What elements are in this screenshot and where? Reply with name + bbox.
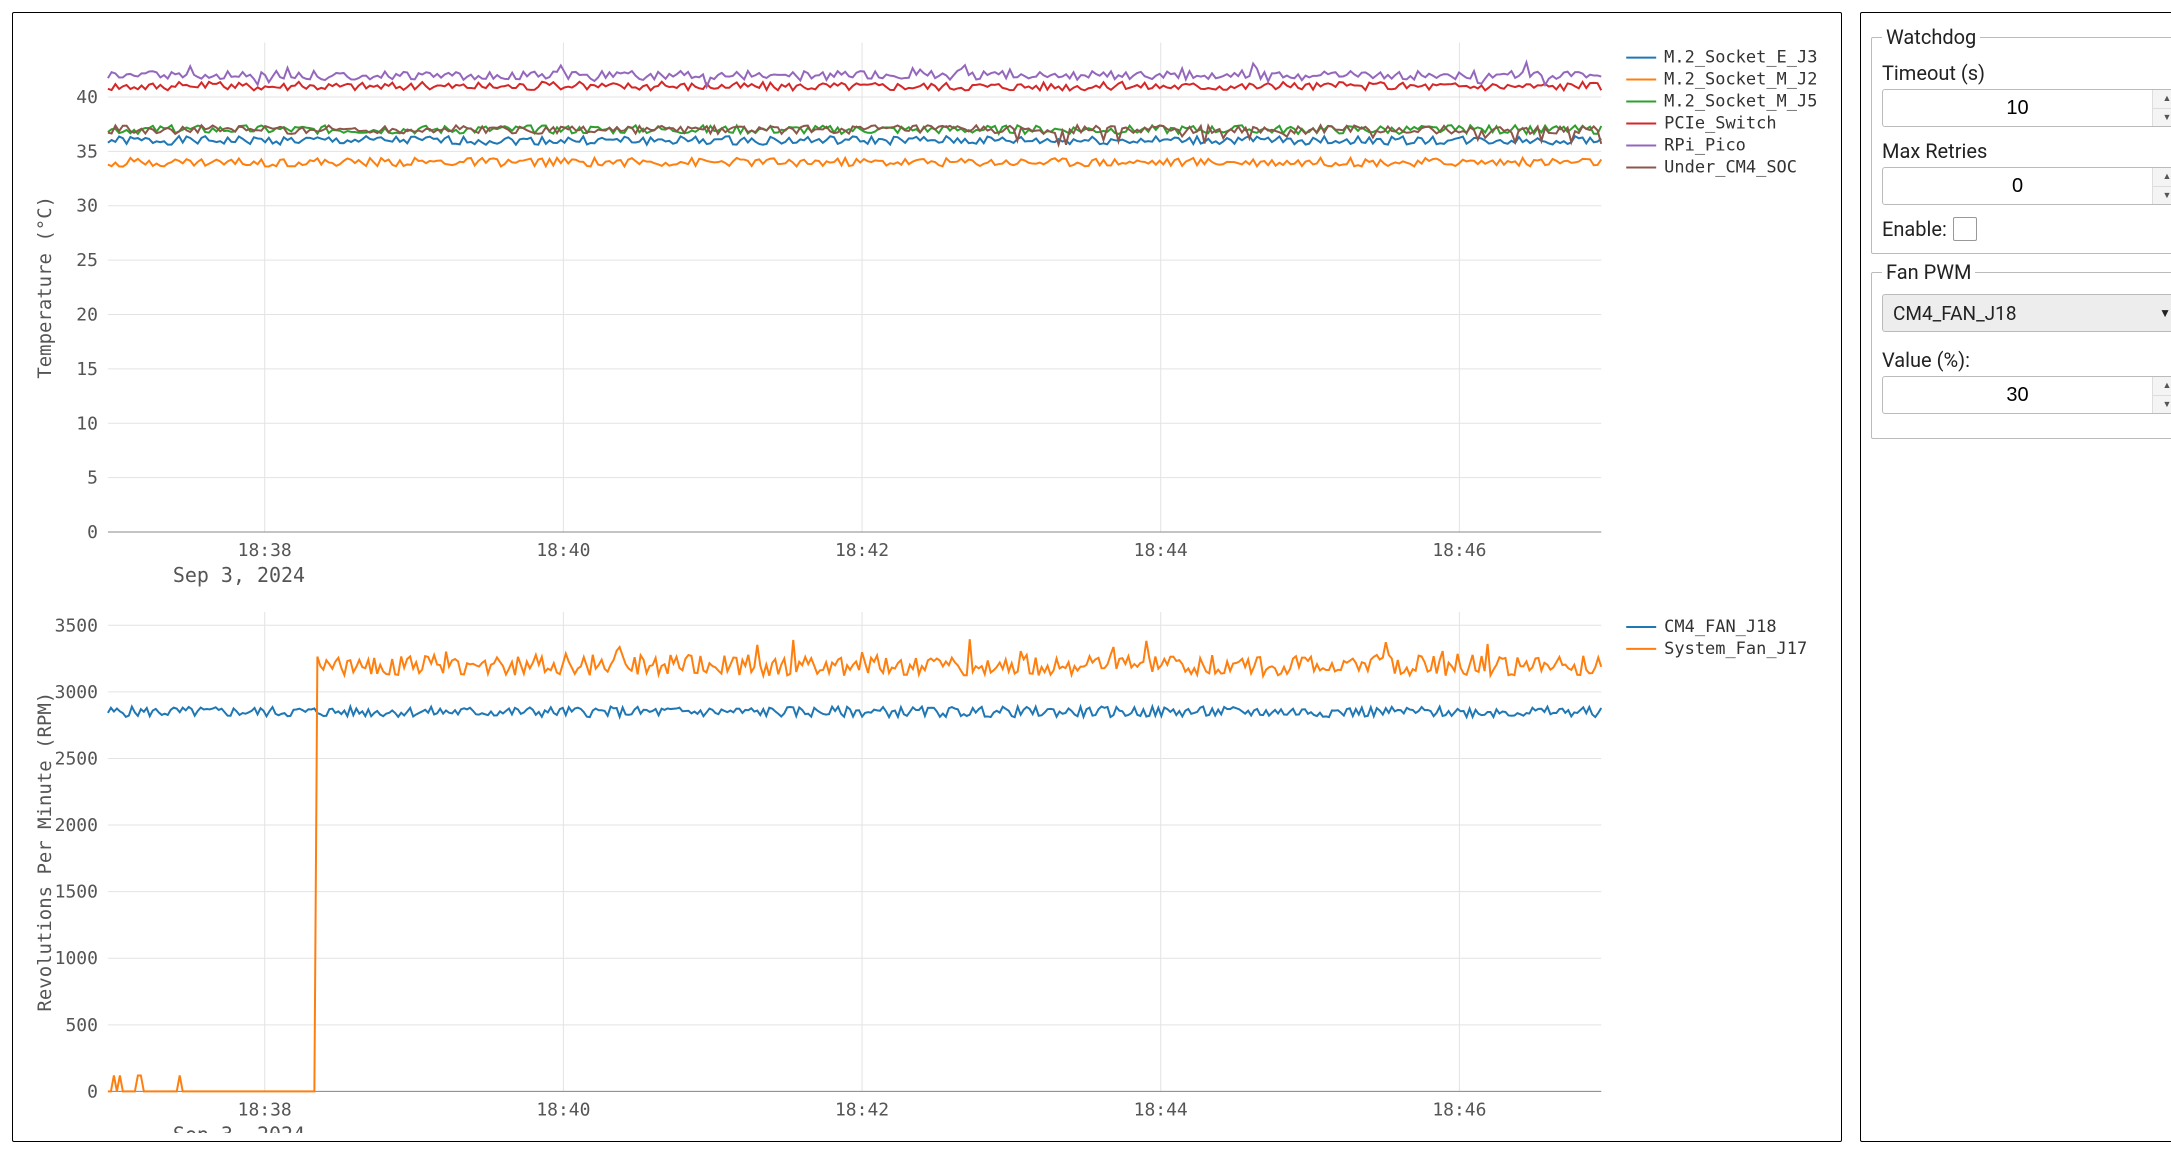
svg-text:2000: 2000 bbox=[55, 815, 98, 836]
retries-value[interactable] bbox=[1883, 168, 2152, 204]
svg-text:2500: 2500 bbox=[55, 748, 98, 769]
svg-text:40: 40 bbox=[76, 87, 98, 108]
svg-text:18:44: 18:44 bbox=[1134, 540, 1188, 561]
svg-text:25: 25 bbox=[76, 250, 98, 271]
svg-text:1500: 1500 bbox=[55, 882, 98, 903]
svg-text:35: 35 bbox=[76, 141, 98, 162]
svg-text:500: 500 bbox=[65, 1015, 97, 1036]
svg-text:M.2_Socket_M_J5: M.2_Socket_M_J5 bbox=[1664, 92, 1817, 112]
svg-text:18:42: 18:42 bbox=[835, 540, 889, 561]
fan-select[interactable]: CM4_FAN_J18 ▼ bbox=[1882, 294, 2171, 332]
fanpwm-title: Fan PWM bbox=[1882, 260, 1975, 284]
fanpwm-group: Fan PWM CM4_FAN_J18 ▼ Value (%): ▲ ▼ bbox=[1871, 260, 2171, 439]
svg-text:5: 5 bbox=[87, 468, 98, 489]
svg-text:18:40: 18:40 bbox=[536, 540, 590, 561]
spinner-down-icon[interactable]: ▼ bbox=[2153, 108, 2171, 127]
spinner-down-icon[interactable]: ▼ bbox=[2153, 186, 2171, 205]
timeout-value[interactable] bbox=[1883, 90, 2152, 126]
timeout-input[interactable]: ▲ ▼ bbox=[1882, 89, 2171, 127]
svg-text:System_Fan_J17: System_Fan_J17 bbox=[1664, 639, 1807, 659]
pwm-value-label: Value (%): bbox=[1882, 348, 2171, 372]
svg-text:M.2_Socket_E_J3: M.2_Socket_E_J3 bbox=[1664, 48, 1817, 68]
chevron-down-icon: ▼ bbox=[2159, 306, 2171, 320]
svg-text:18:38: 18:38 bbox=[238, 540, 292, 561]
pwm-value[interactable] bbox=[1883, 377, 2152, 413]
watchdog-title: Watchdog bbox=[1882, 25, 1980, 49]
spinner-up-icon[interactable]: ▲ bbox=[2153, 377, 2171, 395]
svg-text:0: 0 bbox=[87, 1081, 98, 1102]
svg-text:0: 0 bbox=[87, 522, 98, 543]
chart-container: 0 5 10 15 20 25 30 35 40 18:38 18:40 18:42 18:44 18:4… bbox=[23, 21, 1831, 1133]
timeout-label: Timeout (s) bbox=[1882, 61, 2171, 85]
svg-text:18:42: 18:42 bbox=[835, 1099, 889, 1120]
svg-text:18:38: 18:38 bbox=[238, 1099, 292, 1120]
svg-text:RPi_Pico: RPi_Pico bbox=[1664, 135, 1746, 155]
pwm-value-input[interactable]: ▲ ▼ bbox=[1882, 376, 2171, 414]
enable-checkbox[interactable] bbox=[1953, 217, 1977, 241]
svg-text:Revolutions Per Minute (RPM): Revolutions Per Minute (RPM) bbox=[34, 692, 56, 1012]
svg-text:Under_CM4_SOC: Under_CM4_SOC bbox=[1664, 157, 1797, 177]
svg-text:30: 30 bbox=[76, 196, 98, 217]
svg-text:18:46: 18:46 bbox=[1432, 540, 1486, 561]
svg-text:18:40: 18:40 bbox=[536, 1099, 590, 1120]
retries-input[interactable]: ▲ ▼ bbox=[1882, 167, 2171, 205]
svg-text:M.2_Socket_M_J2: M.2_Socket_M_J2 bbox=[1664, 70, 1817, 90]
spinner-up-icon[interactable]: ▲ bbox=[2153, 90, 2171, 108]
svg-text:PCIe_Switch: PCIe_Switch bbox=[1664, 113, 1776, 133]
svg-text:10: 10 bbox=[76, 413, 98, 434]
fan-select-value: CM4_FAN_J18 bbox=[1893, 302, 2159, 325]
svg-text:3500: 3500 bbox=[55, 615, 98, 636]
svg-text:Sep 3, 2024: Sep 3, 2024 bbox=[173, 1122, 305, 1133]
svg-text:18:46: 18:46 bbox=[1432, 1099, 1486, 1120]
chart-panel: 0 5 10 15 20 25 30 35 40 18:38 18:40 18:42 18:44 18:4… bbox=[12, 12, 1842, 1142]
charts-svg: 0 5 10 15 20 25 30 35 40 18:38 18:40 18:42 18:44 18:4… bbox=[23, 21, 1831, 1133]
retries-label: Max Retries bbox=[1882, 139, 2171, 163]
enable-label: Enable: bbox=[1882, 217, 1947, 241]
watchdog-group: Watchdog Timeout (s) ▲ ▼ Max Retries ▲ ▼… bbox=[1871, 25, 2171, 254]
side-panel: Watchdog Timeout (s) ▲ ▼ Max Retries ▲ ▼… bbox=[1860, 12, 2171, 1142]
svg-text:Sep 3, 2024: Sep 3, 2024 bbox=[173, 563, 305, 587]
svg-text:1000: 1000 bbox=[55, 948, 98, 969]
spinner-up-icon[interactable]: ▲ bbox=[2153, 168, 2171, 186]
svg-text:Temperature (°C): Temperature (°C) bbox=[34, 196, 56, 379]
svg-text:CM4_FAN_J18: CM4_FAN_J18 bbox=[1664, 617, 1776, 637]
svg-text:15: 15 bbox=[76, 359, 98, 380]
spinner-down-icon[interactable]: ▼ bbox=[2153, 395, 2171, 414]
svg-text:18:44: 18:44 bbox=[1134, 1099, 1188, 1120]
svg-text:20: 20 bbox=[76, 305, 98, 326]
svg-text:3000: 3000 bbox=[55, 682, 98, 703]
